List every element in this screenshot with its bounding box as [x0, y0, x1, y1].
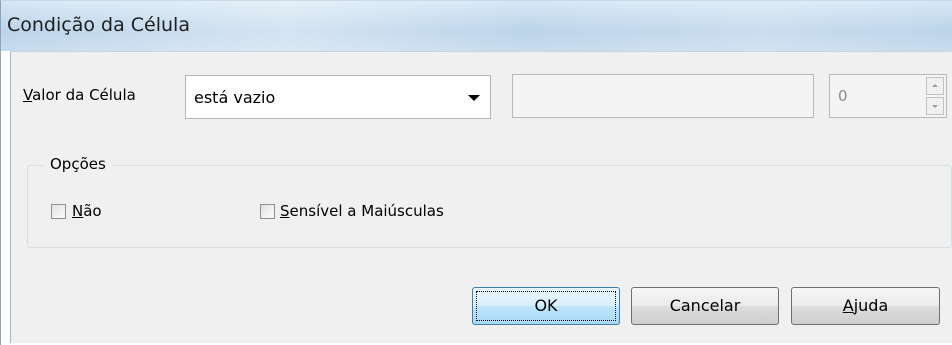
help-button[interactable]: Ajuda: [791, 287, 940, 325]
count-value: 0: [838, 87, 848, 105]
condition-value-input[interactable]: [512, 74, 814, 118]
dialog-window: Condição da Célula Valor da Célula está …: [0, 0, 952, 345]
spin-up-icon: [932, 84, 938, 87]
dialog-title: Condição da Célula: [7, 14, 190, 36]
spin-up-button[interactable]: [926, 77, 944, 95]
case-sensitive-checkbox[interactable]: [260, 204, 275, 219]
ok-button[interactable]: OK: [472, 287, 620, 325]
condition-operator-value: está vazio: [194, 88, 276, 107]
not-checkbox-label[interactable]: Não: [72, 202, 102, 220]
title-bar[interactable]: Condição da Célula: [1, 1, 952, 51]
chevron-down-icon[interactable]: [468, 95, 480, 101]
condition-operator-select[interactable]: está vazio: [185, 75, 491, 119]
dialog-client-area: Valor da Célula está vazio 0 Opções Não: [10, 51, 952, 343]
options-group: Opções Não Sensível a Maiúsculas: [27, 155, 952, 248]
not-checkbox[interactable]: [51, 204, 66, 219]
case-sensitive-checkbox-label[interactable]: Sensível a Maiúsculas: [280, 202, 444, 220]
spin-buttons: [926, 77, 944, 115]
count-spinbox[interactable]: 0: [829, 74, 947, 118]
spin-down-icon: [932, 105, 938, 108]
cancel-button[interactable]: Cancelar: [631, 287, 779, 325]
options-group-title: Opções: [44, 155, 112, 173]
cell-value-label: Valor da Célula: [23, 86, 136, 104]
spin-down-button[interactable]: [926, 97, 944, 115]
